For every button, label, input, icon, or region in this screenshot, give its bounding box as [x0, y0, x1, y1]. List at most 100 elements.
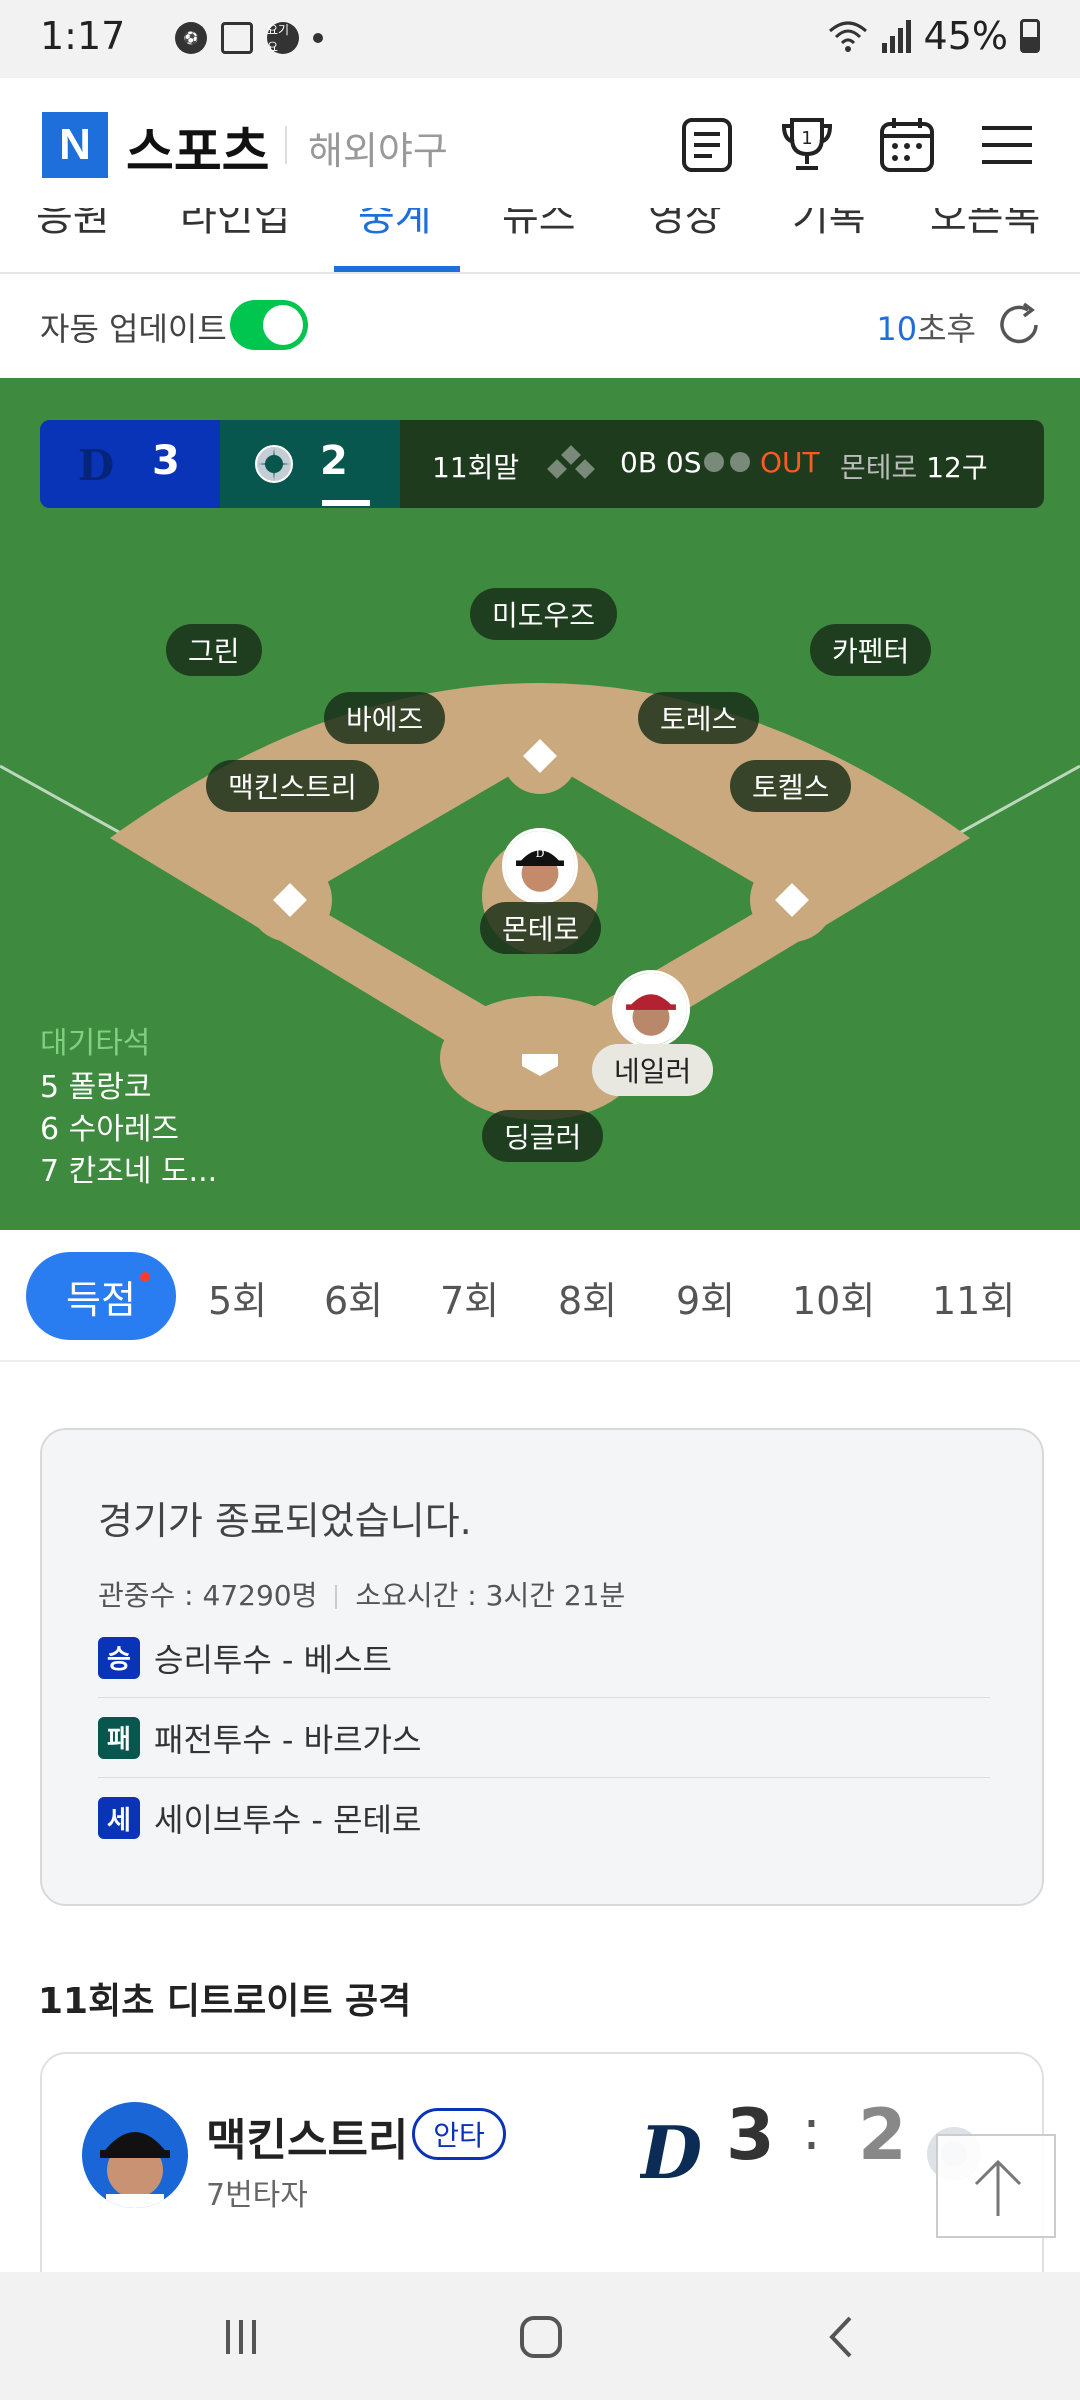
auto-update-toggle[interactable] — [230, 300, 308, 350]
attendance: 관중수 : 47290명 — [98, 1579, 318, 1612]
sports-logo-text[interactable]: 스포츠 — [126, 110, 270, 185]
detroit-tigers-logo-icon: D — [78, 441, 114, 488]
active-tab-indicator — [334, 266, 460, 272]
new-indicator-dot — [140, 1272, 150, 1282]
winning-pitcher: 승리투수 - 베스트 — [154, 1640, 392, 1679]
winning-pitcher-row[interactable]: 승 승리투수 - 베스트 — [98, 1618, 990, 1698]
tab-records[interactable]: 기록 — [792, 208, 866, 242]
pitcher-avatar[interactable]: D — [502, 828, 578, 904]
loss-badge: 패 — [98, 1716, 140, 1759]
inning-tabs: 득점 5회 6회 7회 8회 9회 10회 11회 — [0, 1230, 1080, 1362]
news-list-icon[interactable] — [676, 114, 738, 176]
status-time: 1:17 — [40, 14, 126, 58]
tab-inning-10[interactable]: 10회 — [792, 1270, 875, 1325]
inning-status: 11회말 — [432, 451, 520, 484]
recent-apps-icon[interactable] — [206, 2302, 276, 2372]
back-icon[interactable] — [808, 2302, 878, 2372]
out-dot-2 — [730, 452, 750, 472]
position-center-field[interactable]: 미도우즈 — [470, 588, 618, 640]
home-team-panel: 2 — [220, 420, 400, 508]
tab-open-talk[interactable]: 오픈톡 — [930, 208, 1040, 242]
app-header: N 스포츠 해외야구 1 — [0, 78, 1080, 208]
away-team-panel: D 3 — [40, 420, 220, 508]
soccer-ball-icon: ⚽ — [175, 22, 207, 54]
section-title[interactable]: 해외야구 — [308, 120, 448, 175]
pitcher-name: 몬테로 — [840, 451, 918, 484]
svg-text:D: D — [536, 847, 545, 860]
save-pitcher: 세이브투수 - 몬테로 — [154, 1801, 422, 1839]
tab-cheer[interactable]: 응원 — [36, 208, 110, 242]
ball-strike-count: 0B 0S — [620, 446, 702, 479]
batting-team-indicator — [322, 500, 370, 506]
calendar-icon[interactable] — [876, 114, 938, 176]
trophy-icon[interactable]: 1 — [776, 114, 838, 176]
tab-video[interactable]: 영상 — [648, 208, 722, 242]
seattle-mariners-logo-icon — [255, 445, 293, 483]
tab-inning-11[interactable]: 11회 — [932, 1270, 1015, 1325]
position-second-base[interactable]: 토레스 — [638, 692, 760, 744]
tab-lineup[interactable]: 라인업 — [180, 208, 290, 242]
position-left-field[interactable]: 그린 — [166, 624, 262, 676]
position-right-field[interactable]: 카펜터 — [810, 624, 932, 676]
play-result-badge: 안타 — [412, 2108, 506, 2160]
losing-pitcher: 패전투수 - 바르가스 — [154, 1720, 422, 1759]
scroll-to-top-button[interactable] — [936, 2134, 1056, 2238]
image-icon — [221, 22, 253, 54]
tab-inning-5[interactable]: 5회 — [208, 1270, 267, 1325]
tab-scoring[interactable]: 득점 — [26, 1252, 176, 1340]
game-end-card: 경기가 종료되었습니다. 관중수 : 47290명 소요시간 : 3시간 21분 … — [40, 1428, 1044, 1906]
tab-inning-9[interactable]: 9회 — [676, 1270, 735, 1325]
home-play-score: 2 — [858, 2094, 907, 2176]
on-deck-batter-2: 6 수아레즈 — [40, 1112, 180, 1147]
on-deck-batter-3: 7 칸조네 도... — [40, 1154, 218, 1189]
on-deck-batter-1: 5 폴랑코 — [40, 1070, 152, 1105]
tab-live[interactable]: 중계 — [358, 208, 432, 242]
player-avatar — [82, 2102, 188, 2208]
menu-icon[interactable] — [976, 114, 1038, 176]
yogiyo-notification-icon: 요기요 — [267, 22, 299, 54]
position-third-base[interactable]: 맥킨스트리 — [206, 760, 379, 812]
svg-text:D: D — [640, 2114, 702, 2190]
game-stats: 관중수 : 47290명 소요시간 : 3시간 21분 — [98, 1574, 625, 1614]
auto-update-bar: 자동 업데이트 10초후 — [0, 276, 1080, 378]
position-first-base[interactable]: 토켈스 — [730, 760, 852, 812]
battery-icon — [1020, 19, 1040, 53]
tab-news[interactable]: 뉴스 — [502, 208, 576, 242]
tab-inning-7[interactable]: 7회 — [440, 1270, 499, 1325]
position-catcher[interactable]: 딩글러 — [482, 1110, 604, 1162]
current-pitcher: 몬테로 12구 — [840, 446, 988, 486]
out-dot-1 — [704, 452, 724, 472]
away-score: 3 — [152, 438, 180, 484]
baseball-field: D 3 2 11회말 0B 0S OUT 몬테로 12구 미도우즈 그린 카펜터… — [0, 378, 1080, 1230]
tab-inning-8[interactable]: 8회 — [558, 1270, 617, 1325]
batting-order: 7번타자 — [206, 2178, 308, 2213]
wifi-icon — [828, 21, 867, 52]
svg-text:1: 1 — [801, 128, 812, 149]
out-label: OUT — [760, 446, 820, 479]
home-score: 2 — [320, 438, 348, 484]
countdown-unit: 초후 — [917, 310, 976, 348]
header-divider — [285, 126, 287, 164]
svg-text:D: D — [78, 441, 114, 488]
position-shortstop[interactable]: 바에즈 — [324, 692, 446, 744]
position-batter[interactable]: 네일러 — [592, 1044, 714, 1096]
position-pitcher[interactable]: 몬테로 — [480, 902, 602, 954]
system-nav-bar — [0, 2272, 1080, 2400]
save-pitcher-row[interactable]: 세 세이브투수 - 몬테로 — [98, 1778, 990, 1858]
home-icon[interactable] — [506, 2302, 576, 2372]
naver-logo-icon[interactable]: N — [42, 112, 108, 178]
refresh-icon[interactable] — [994, 300, 1044, 350]
win-badge: 승 — [98, 1636, 140, 1679]
refresh-countdown: 10초후 — [876, 304, 976, 350]
score-colon: : — [802, 2098, 821, 2163]
tab-inning-6[interactable]: 6회 — [324, 1270, 383, 1325]
countdown-number: 10 — [876, 310, 918, 348]
signal-icon — [881, 20, 911, 53]
detroit-tigers-logo-icon: D — [640, 2114, 702, 2190]
status-bar: 1:17 ⚽ 요기요 45% — [0, 0, 1080, 78]
away-play-score: 3 — [726, 2094, 775, 2176]
game-end-title: 경기가 종료되었습니다. — [98, 1499, 472, 1543]
losing-pitcher-row[interactable]: 패 패전투수 - 바르가스 — [98, 1698, 990, 1778]
arrow-up-icon — [974, 2159, 1022, 2216]
batter-avatar[interactable] — [612, 970, 690, 1048]
